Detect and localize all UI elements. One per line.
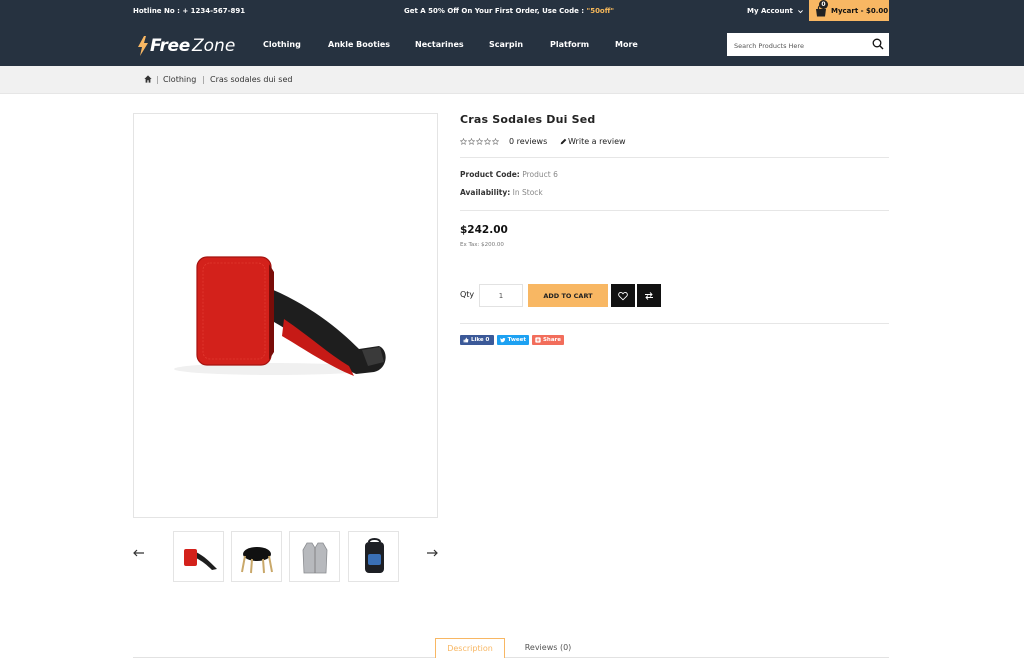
facebook-like-button[interactable]: Like 0 bbox=[460, 335, 494, 345]
compare-button[interactable] bbox=[637, 284, 661, 307]
product-title: Cras Sodales Dui Sed bbox=[460, 113, 596, 126]
divider bbox=[460, 210, 889, 211]
nav-item-platform[interactable]: Platform bbox=[550, 40, 589, 49]
main-product-image[interactable] bbox=[133, 113, 438, 518]
backpack-thumbnail-image bbox=[365, 538, 384, 573]
logo-word-zone: Zone bbox=[192, 36, 236, 56]
promo-text: Get A 50% Off On Your First Order, Use C… bbox=[404, 7, 614, 15]
availability-row: Availability: In Stock bbox=[460, 188, 543, 197]
main-header: Free Zone Clothing Ankle Booties Nectari… bbox=[0, 23, 1024, 66]
search-box bbox=[727, 33, 889, 58]
facebook-like-label: Like 0 bbox=[471, 337, 490, 343]
share-button[interactable]: Share bbox=[532, 335, 564, 345]
lightning-logo-icon bbox=[138, 36, 148, 56]
reviews-count-link[interactable]: 0 reviews bbox=[509, 137, 547, 146]
nav-item-more[interactable]: More bbox=[615, 40, 638, 49]
tabs-divider bbox=[133, 657, 889, 658]
tweet-button[interactable]: Tweet bbox=[497, 335, 529, 345]
my-account-label: My Account bbox=[747, 7, 793, 15]
star-empty-icon bbox=[476, 138, 483, 145]
qty-label: Qty bbox=[460, 290, 475, 299]
add-to-cart-button[interactable]: ADD TO CART bbox=[528, 284, 608, 307]
thumbnail-backpack[interactable] bbox=[348, 531, 399, 582]
vest-thumbnail-image bbox=[302, 542, 328, 574]
breadcrumb-item-current[interactable]: Cras sodales dui sed bbox=[210, 75, 292, 84]
search-input[interactable] bbox=[727, 34, 865, 58]
share-label: Share bbox=[542, 337, 561, 343]
star-empty-icon bbox=[484, 138, 491, 145]
chevron-down-icon bbox=[797, 9, 803, 13]
pencil-icon bbox=[560, 138, 567, 145]
star-empty-icon bbox=[468, 138, 475, 145]
cart-label: Mycart - $0.00 bbox=[831, 6, 889, 15]
thumbnail-vest[interactable] bbox=[289, 531, 340, 582]
cart-count-badge: 0 bbox=[819, 0, 828, 9]
nav-item-nectarines[interactable]: Nectarines bbox=[415, 40, 464, 49]
star-empty-icon bbox=[492, 138, 499, 145]
availability-label: Availability: bbox=[460, 188, 511, 197]
nav-item-ankle-booties[interactable]: Ankle Booties bbox=[328, 40, 390, 49]
logo[interactable]: Free Zone bbox=[137, 35, 235, 57]
arrow-right-icon[interactable] bbox=[426, 548, 438, 558]
stool-thumbnail-image bbox=[241, 547, 273, 574]
cart-button[interactable]: 0 Mycart - $0.00 bbox=[809, 0, 889, 21]
write-review-label: Write a review bbox=[568, 137, 626, 146]
product-code-row: Product Code: Product 6 bbox=[460, 170, 558, 179]
compare-arrows-icon bbox=[645, 291, 653, 300]
red-crossbody-bag-image bbox=[174, 256, 386, 376]
search-icon[interactable] bbox=[872, 38, 884, 50]
divider bbox=[460, 323, 889, 324]
cart-bag: 0 bbox=[814, 0, 828, 17]
quantity-input[interactable] bbox=[479, 284, 523, 307]
breadcrumb-item-clothing[interactable]: Clothing bbox=[163, 75, 196, 84]
my-account-dropdown[interactable]: My Account bbox=[747, 7, 804, 15]
rating-stars bbox=[460, 138, 499, 145]
product-price: $242.00 bbox=[460, 224, 508, 236]
nav-item-clothing[interactable]: Clothing bbox=[263, 40, 301, 49]
divider bbox=[460, 157, 889, 158]
arrow-left-icon[interactable] bbox=[133, 548, 145, 558]
breadcrumb-separator: | bbox=[156, 75, 159, 84]
home-icon[interactable] bbox=[144, 75, 152, 83]
red-bag-thumbnail-image bbox=[184, 549, 217, 570]
promo-code: "50off" bbox=[586, 7, 615, 15]
twitter-bird-icon bbox=[500, 337, 506, 343]
thumbnail-red-bag[interactable] bbox=[173, 531, 224, 582]
write-review-link[interactable]: Write a review bbox=[560, 137, 626, 146]
wishlist-button[interactable] bbox=[611, 284, 635, 307]
ex-tax-price: Ex Tax: $200.00 bbox=[460, 242, 504, 248]
logo-word-free: Free bbox=[150, 36, 190, 56]
tab-description[interactable]: Description bbox=[435, 638, 505, 658]
breadcrumb-separator: | bbox=[202, 75, 205, 84]
promo-label: Get A 50% Off On Your First Order, Use C… bbox=[404, 7, 587, 15]
tweet-label: Tweet bbox=[507, 337, 526, 343]
product-code-label: Product Code: bbox=[460, 170, 520, 179]
breadcrumb: | Clothing | Cras sodales dui sed bbox=[0, 66, 1024, 94]
hotline-text: Hotline No : + 1234-567-891 bbox=[133, 7, 246, 15]
product-code-value: Product 6 bbox=[522, 170, 558, 179]
availability-value: In Stock bbox=[512, 188, 543, 197]
share-plus-icon bbox=[535, 337, 541, 343]
star-empty-icon bbox=[460, 138, 467, 145]
nav-item-scarpin[interactable]: Scarpin bbox=[489, 40, 523, 49]
heart-icon bbox=[618, 291, 628, 300]
tab-reviews[interactable]: Reviews (0) bbox=[515, 638, 581, 658]
thumbs-up-icon bbox=[463, 337, 469, 343]
thumbnail-stool[interactable] bbox=[231, 531, 282, 582]
